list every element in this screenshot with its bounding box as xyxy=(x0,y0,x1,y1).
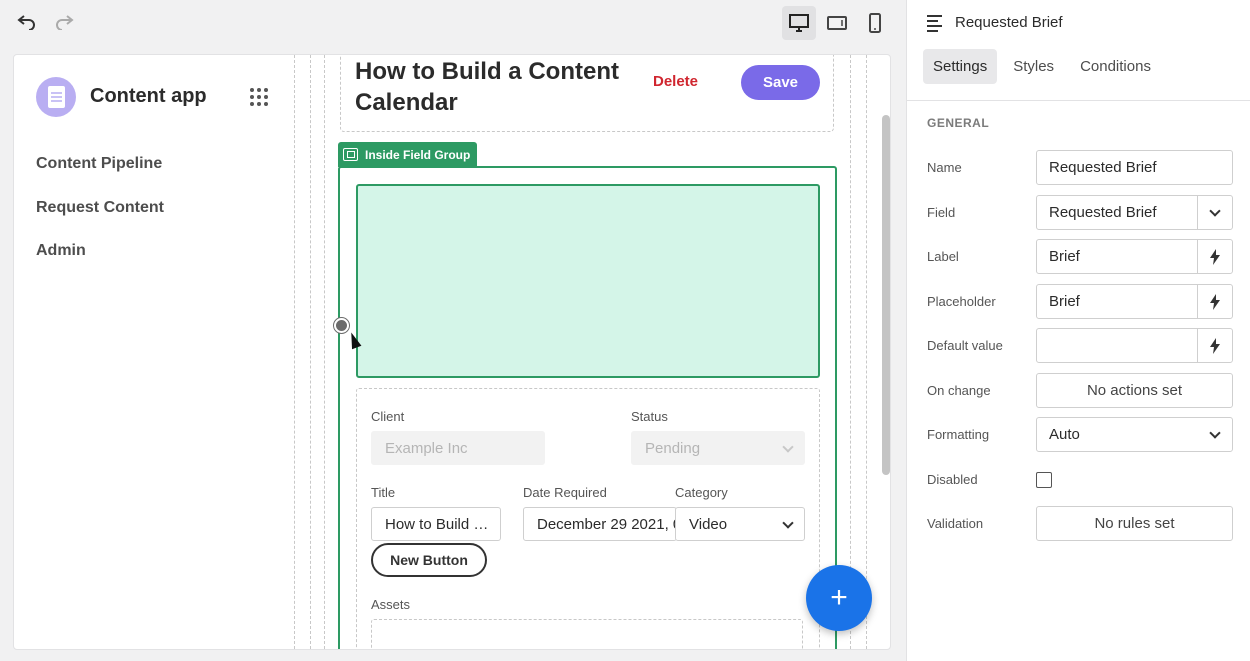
formatting-label: Formatting xyxy=(927,427,990,442)
field-select[interactable]: Requested Brief xyxy=(1036,195,1233,230)
placeholder-input[interactable]: Brief xyxy=(1036,284,1233,319)
assets-dropzone[interactable] xyxy=(371,619,803,649)
label-input[interactable]: Brief xyxy=(1036,239,1233,274)
client-field[interactable]: Example Inc xyxy=(371,431,545,465)
page-title: How to Build a Content Calendar xyxy=(355,58,619,116)
placeholder-value: Brief xyxy=(1049,293,1080,310)
default-value-binding-button[interactable] xyxy=(1197,329,1232,362)
selected-field-requested-brief[interactable] xyxy=(356,184,820,378)
app-name: Content app xyxy=(90,85,207,107)
lightning-icon xyxy=(1210,248,1220,265)
status-label: Status xyxy=(631,409,668,424)
panel-title: Requested Brief xyxy=(955,14,1063,31)
add-component-button[interactable]: + xyxy=(806,565,872,631)
form-container[interactable]: Client Example Inc Status Pending Title … xyxy=(356,388,820,649)
nav-item-admin[interactable]: Admin xyxy=(36,242,86,260)
redo-button[interactable] xyxy=(51,10,77,34)
label-binding-button[interactable] xyxy=(1197,240,1232,273)
layout-guide xyxy=(866,55,867,649)
status-select[interactable]: Pending xyxy=(631,431,805,465)
new-button[interactable]: New Button xyxy=(371,543,487,577)
category-label: Category xyxy=(675,485,728,500)
client-label: Client xyxy=(371,409,405,424)
label-label: Label xyxy=(927,249,959,264)
document-icon xyxy=(47,86,65,108)
mobile-view-button[interactable] xyxy=(858,6,892,40)
title-field[interactable]: How to Build … xyxy=(371,507,501,541)
desktop-view-button[interactable] xyxy=(782,6,816,40)
field-group-tag-label: Inside Field Group xyxy=(365,147,471,162)
chevron-down-icon xyxy=(1209,427,1221,439)
validation-button[interactable]: No rules set xyxy=(1036,506,1233,541)
tablet-icon xyxy=(827,16,847,30)
app-preview-canvas: Content app Content Pipeline Request Con… xyxy=(13,54,891,650)
nav-item-content-pipeline[interactable]: Content Pipeline xyxy=(36,155,162,173)
formatting-value: Auto xyxy=(1049,426,1080,443)
canvas-scrollbar[interactable] xyxy=(882,115,890,475)
field-group-icon xyxy=(343,148,358,161)
field-label: Field xyxy=(927,205,956,220)
delete-button[interactable]: Delete xyxy=(653,73,698,90)
chevron-down-icon xyxy=(782,441,794,453)
disabled-label: Disabled xyxy=(927,472,978,487)
category-select[interactable]: Video xyxy=(675,507,805,541)
section-heading-general: GENERAL xyxy=(927,116,990,130)
panel-tabs: Settings Styles Conditions xyxy=(923,49,1161,84)
tab-styles[interactable]: Styles xyxy=(1003,49,1064,84)
disabled-checkbox[interactable] xyxy=(1036,472,1052,488)
save-button[interactable]: Save xyxy=(741,65,820,100)
chevron-down-icon xyxy=(1209,204,1221,217)
apps-grid-icon[interactable] xyxy=(250,88,268,106)
placeholder-label: Placeholder xyxy=(927,294,996,309)
properties-panel: Requested Brief Settings Styles Conditio… xyxy=(906,0,1250,661)
label-value: Brief xyxy=(1049,248,1080,265)
on-change-button[interactable]: No actions set xyxy=(1036,373,1233,408)
layout-guide xyxy=(294,55,295,649)
lightning-icon xyxy=(1210,293,1220,310)
name-input[interactable]: Requested Brief xyxy=(1036,150,1233,185)
undo-icon xyxy=(17,15,35,30)
chevron-down-icon xyxy=(782,517,794,529)
editor-toolbar xyxy=(0,0,906,46)
field-value: Requested Brief xyxy=(1049,204,1157,221)
redo-icon xyxy=(56,15,74,30)
layout-guide xyxy=(324,55,325,649)
date-required-field[interactable]: December 29 2021, 0… xyxy=(523,507,677,541)
tab-conditions[interactable]: Conditions xyxy=(1070,49,1161,84)
app-logo xyxy=(36,77,76,117)
title-label: Title xyxy=(371,485,396,500)
tablet-view-button[interactable] xyxy=(820,6,854,40)
field-group[interactable]: Client Example Inc Status Pending Title … xyxy=(338,166,837,649)
formatting-select[interactable]: Auto xyxy=(1036,417,1233,452)
field-dropdown-toggle[interactable] xyxy=(1197,196,1232,229)
text-align-icon xyxy=(927,15,942,32)
lightning-icon xyxy=(1210,337,1220,354)
mobile-icon xyxy=(869,13,881,33)
panel-divider xyxy=(907,100,1250,101)
field-group-tag[interactable]: Inside Field Group xyxy=(338,142,478,167)
on-change-label: On change xyxy=(927,383,991,398)
assets-label: Assets xyxy=(371,597,411,612)
default-value-label: Default value xyxy=(927,338,1003,353)
placeholder-binding-button[interactable] xyxy=(1197,285,1232,318)
layout-guide xyxy=(850,55,851,649)
panel-header: Requested Brief xyxy=(907,0,1250,46)
validation-label: Validation xyxy=(927,516,984,531)
undo-button[interactable] xyxy=(14,10,40,34)
default-value-input[interactable] xyxy=(1036,328,1233,363)
desktop-icon xyxy=(789,14,809,32)
nav-item-request-content[interactable]: Request Content xyxy=(36,199,164,217)
drag-handle-icon[interactable] xyxy=(334,318,349,333)
layout-guide xyxy=(310,55,311,649)
name-label: Name xyxy=(927,160,962,175)
date-required-label: Date Required xyxy=(523,485,607,500)
status-value: Pending xyxy=(645,439,701,457)
tab-settings[interactable]: Settings xyxy=(923,49,998,84)
app-sidebar: Content app Content Pipeline Request Con… xyxy=(14,55,294,649)
page-header-container[interactable]: How to Build a Content Calendar Delete S… xyxy=(340,55,834,132)
category-value: Video xyxy=(689,515,728,533)
